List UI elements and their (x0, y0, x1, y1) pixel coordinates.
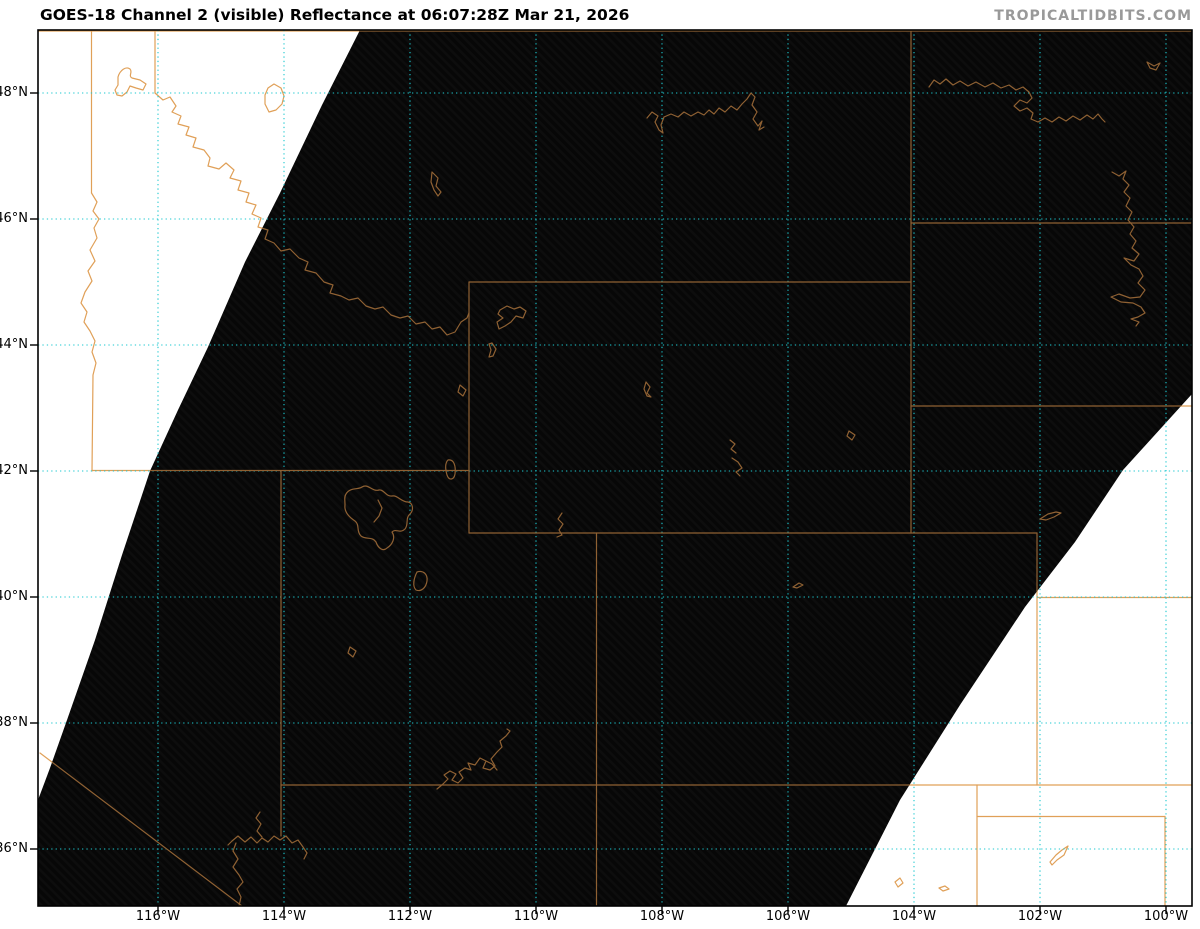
lon-tick-label: 106°W (765, 909, 811, 924)
lat-tick-label: 48°N (0, 85, 28, 100)
lon-tick-label: 116°W (135, 909, 181, 924)
lon-tick-label: 100°W (1143, 909, 1189, 924)
lat-tick-label: 46°N (0, 211, 28, 226)
map-canvas (30, 29, 1193, 914)
lat-tick-label: 42°N (0, 463, 28, 478)
lon-tick-label: 104°W (891, 909, 937, 924)
lon-tick-label: 114°W (261, 909, 307, 924)
lon-tick-label: 110°W (513, 909, 559, 924)
satellite-map-page: GOES-18 Channel 2 (visible) Reflectance … (0, 0, 1200, 929)
lon-tick-label: 102°W (1017, 909, 1063, 924)
lat-tick-label: 44°N (0, 337, 28, 352)
lat-tick-label: 40°N (0, 589, 28, 604)
lat-tick-label: 38°N (0, 715, 28, 730)
lon-tick-label: 108°W (639, 909, 685, 924)
satellite-swath-texture (38, 30, 1192, 906)
lon-tick-label: 112°W (387, 909, 433, 924)
lat-tick-label: 36°N (0, 841, 28, 856)
